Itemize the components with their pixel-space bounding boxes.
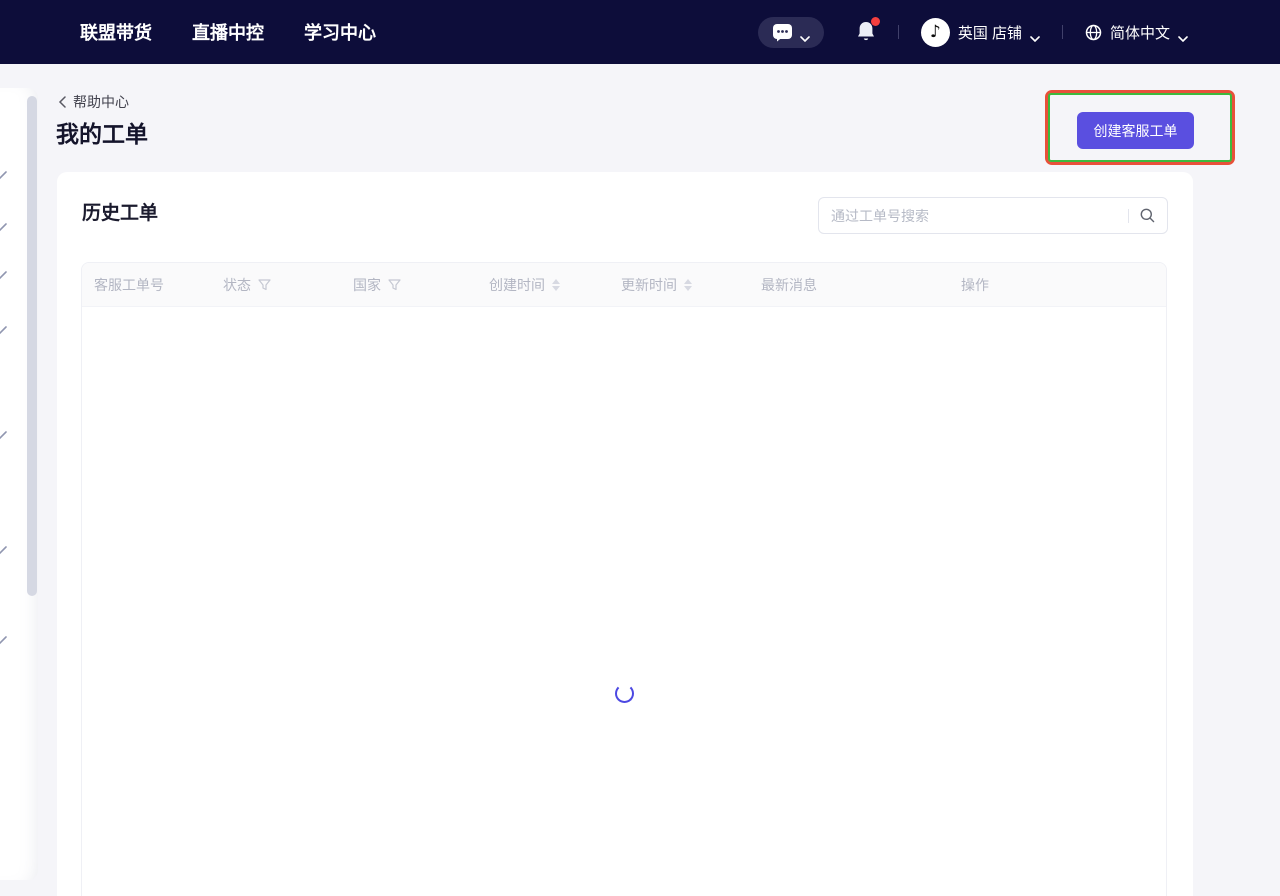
panel-title: 历史工单 [82, 203, 159, 224]
chat-bubble-icon [772, 23, 793, 42]
sort-control[interactable] [552, 278, 560, 291]
column-header-status: 状态 [211, 263, 341, 306]
breadcrumb-label: 帮助中心 [73, 94, 129, 110]
chevron-fragment-icon [0, 168, 7, 186]
ticket-search-box [818, 197, 1168, 234]
sort-ascending-icon [552, 278, 560, 284]
sort-descending-icon [552, 285, 560, 291]
chevron-fragment-icon [0, 543, 7, 561]
tickets-table: 客服工单号 状态 国家 创建时间 更新时间 最新消息 操作 [81, 262, 1167, 896]
nav-tabs: 联盟带货 直播中控 学习中心 [80, 19, 376, 45]
sort-control[interactable] [684, 278, 692, 291]
chevron-fragment-icon [0, 268, 7, 286]
nav-tab-affiliate[interactable]: 联盟带货 [80, 19, 152, 45]
chevron-down-icon [1030, 29, 1040, 43]
nav-tab-live-center[interactable]: 直播中控 [192, 19, 264, 45]
chevron-left-icon [58, 96, 66, 108]
globe-icon [1085, 24, 1102, 41]
chevron-fragment-icon [0, 633, 7, 651]
history-tickets-card: 历史工单 客服工单号 状态 国家 [57, 172, 1193, 896]
tiktok-logo-icon: ♪ [920, 17, 950, 47]
filter-icon[interactable] [388, 278, 401, 291]
chevron-fragment-icon [0, 323, 7, 341]
shop-name-label: 英国 店铺 [957, 24, 1022, 42]
chat-messages-button[interactable] [757, 16, 824, 48]
chevron-fragment-icon [0, 220, 7, 238]
table-header-row: 客服工单号 状态 国家 创建时间 更新时间 最新消息 操作 [82, 263, 1166, 307]
column-header-latest-message: 最新消息 [761, 276, 817, 293]
column-header-created-time: 创建时间 [477, 263, 609, 306]
search-icon[interactable] [1140, 208, 1155, 223]
loading-spinner [615, 684, 634, 703]
navbar-right-group: ♪ 英国 店铺 简体中文 [757, 16, 1188, 48]
language-label: 简体中文 [1109, 24, 1170, 42]
column-header-updated-time: 更新时间 [609, 263, 749, 306]
sidebar-scrollbar-thumb[interactable] [27, 96, 37, 596]
create-ticket-button[interactable]: 创建客服工单 [1077, 112, 1194, 149]
notification-dot [870, 17, 880, 26]
breadcrumb-back-link[interactable]: 帮助中心 [58, 92, 129, 112]
sort-descending-icon [684, 285, 692, 291]
language-selector[interactable]: 简体中文 [1085, 22, 1188, 43]
collapsed-sidebar-edge [0, 88, 38, 880]
filter-icon[interactable] [258, 278, 271, 291]
column-header-country: 国家 [341, 263, 477, 306]
column-header-ticket-id: 客服工单号 [94, 276, 164, 293]
shop-selector[interactable]: ♪ 英国 店铺 [920, 17, 1040, 47]
chevron-fragment-icon [0, 428, 7, 446]
table-body-loading [82, 307, 1166, 896]
nav-tab-learning-center[interactable]: 学习中心 [304, 19, 376, 45]
sort-ascending-icon [684, 278, 692, 284]
navbar-divider [897, 25, 899, 39]
notifications-button[interactable] [856, 17, 880, 44]
navbar-divider [1061, 25, 1063, 39]
chevron-down-icon [1178, 29, 1188, 43]
page-title: 我的工单 [56, 121, 148, 147]
chevron-down-icon [800, 29, 810, 43]
search-divider [1128, 208, 1129, 223]
ticket-search-input[interactable] [831, 207, 1122, 224]
top-navbar: 联盟带货 直播中控 学习中心 ♪ 英国 店铺 简体中文 [0, 0, 1280, 64]
column-header-actions: 操作 [961, 276, 989, 293]
